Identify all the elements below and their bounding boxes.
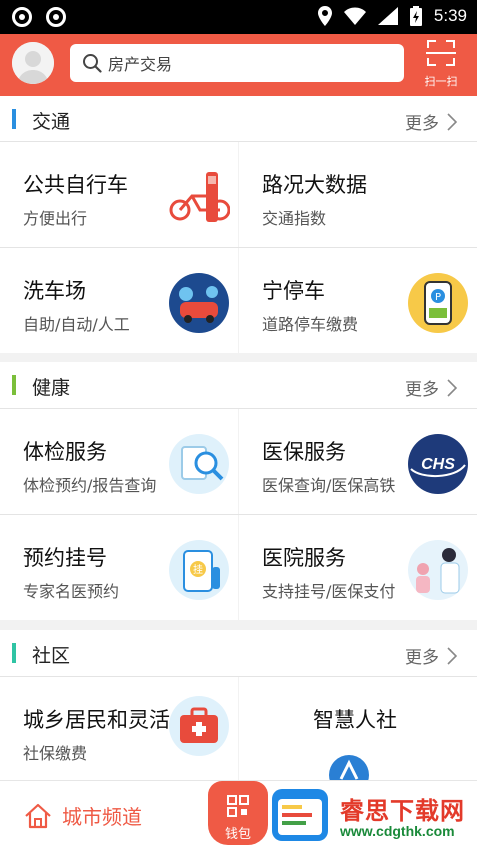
status-bar: 5:39 — [0, 0, 477, 34]
home-icon — [25, 803, 51, 828]
wallet-label: 钱包 — [224, 827, 251, 842]
avatar[interactable] — [12, 42, 54, 84]
svg-text:P: P — [435, 292, 441, 303]
watermark: 睿思下载网 www.cdgthk.com — [268, 783, 477, 847]
bottom-nav: 城市频道 钱包 睿思下载网 www.cdgthk.com — [0, 780, 477, 848]
card-social-insurance-payment[interactable]: 城乡居民和灵活 社保缴费 — [0, 677, 238, 782]
card-title: 智慧人社 — [313, 708, 397, 732]
user-avatar-icon — [12, 42, 54, 84]
section-header-traffic: 交通 更多 — [0, 96, 477, 142]
search-input[interactable]: 房产交易 — [70, 44, 404, 82]
chevron-right-icon — [447, 112, 457, 131]
chevron-right-icon — [447, 646, 457, 665]
battery-icon — [409, 6, 422, 26]
card-title: 路况大数据 — [262, 173, 367, 197]
top-header: 房产交易 扫一扫 — [0, 34, 477, 96]
card-subtitle: 交通指数 — [262, 209, 327, 228]
hospital-doctor-icon — [408, 540, 468, 600]
scan-button[interactable]: 扫一扫 — [418, 39, 464, 91]
qr-code-icon — [227, 795, 249, 817]
city-channel-tab[interactable]: 城市频道 — [24, 801, 142, 830]
more-link[interactable]: 更多 — [405, 643, 457, 668]
more-label: 更多 — [405, 114, 439, 134]
chevron-right-icon — [447, 378, 457, 397]
more-link[interactable]: 更多 — [405, 375, 457, 400]
card-smart-hr[interactable]: 智慧人社 — [239, 677, 477, 782]
card-title: 预约挂号 — [23, 546, 107, 570]
card-subtitle: 专家名医预约 — [23, 582, 120, 601]
card-hospital-service[interactable]: 医院服务 支持挂号/医保支付 — [239, 515, 477, 620]
chs-logo-icon: CHS — [408, 434, 468, 494]
more-link[interactable]: 更多 — [405, 109, 457, 134]
clock-time: 5:39 — [433, 6, 467, 25]
parking-meter-icon: P — [408, 273, 468, 333]
city-channel-label: 城市频道 — [62, 805, 142, 829]
card-public-bicycle[interactable]: 公共自行车 方便出行 — [0, 142, 238, 247]
signal-icon — [377, 7, 398, 25]
card-subtitle: 支持挂号/医保支付 — [262, 582, 396, 601]
card-subtitle: 道路停车缴费 — [262, 315, 359, 334]
app-notification-icon — [12, 7, 32, 27]
wallet-button[interactable]: 钱包 — [208, 781, 268, 845]
section-accent-bar — [12, 375, 16, 395]
smart-hr-icon — [329, 755, 369, 782]
card-subtitle: 方便出行 — [23, 209, 88, 228]
appointment-badge-text: 挂 — [193, 563, 203, 576]
card-title: 体检服务 — [23, 440, 107, 464]
section-accent-bar — [12, 643, 16, 663]
card-title: 城乡居民和灵活 — [23, 708, 170, 732]
card-subtitle: 医保查询/医保高铁 — [262, 476, 396, 495]
card-medical-checkup[interactable]: 体检服务 体检预约/报告查询 — [0, 409, 238, 514]
app-notification-icon — [46, 7, 66, 27]
browser-logo-icon — [272, 789, 328, 841]
card-medical-insurance[interactable]: 医保服务 医保查询/医保高铁 CHS — [239, 409, 477, 514]
bicycle-icon — [169, 172, 230, 222]
chs-logo-text: CHS — [421, 456, 455, 473]
card-subtitle: 社保缴费 — [23, 744, 88, 763]
card-traffic-big-data[interactable]: 路况大数据 交通指数 — [239, 142, 477, 247]
card-subtitle: 体检预约/报告查询 — [23, 476, 157, 495]
medical-checkup-icon — [169, 434, 229, 494]
card-title: 医保服务 — [262, 440, 346, 464]
more-label: 更多 — [405, 380, 439, 400]
more-label: 更多 — [405, 648, 439, 668]
section-header-community: 社区 更多 — [0, 630, 477, 676]
wifi-icon — [343, 7, 366, 25]
card-title: 公共自行车 — [23, 173, 128, 197]
card-parking[interactable]: 宁停车 道路停车缴费 P — [239, 248, 477, 353]
card-title: 宁停车 — [262, 279, 325, 303]
section-title: 社区 — [32, 645, 71, 667]
scan-icon — [426, 40, 456, 66]
section-header-health: 健康 更多 — [0, 362, 477, 408]
search-placeholder: 房产交易 — [108, 55, 173, 74]
card-subtitle: 自助/自动/人工 — [23, 315, 130, 334]
watermark-url: www.cdgthk.com — [340, 823, 455, 839]
card-title: 洗车场 — [23, 279, 86, 303]
scan-label: 扫一扫 — [424, 75, 458, 88]
search-icon — [83, 54, 102, 73]
car-wash-icon — [169, 273, 229, 333]
section-title: 交通 — [32, 111, 71, 133]
appointment-icon: 挂 — [169, 540, 229, 600]
first-aid-kit-icon — [169, 696, 229, 756]
card-appointment[interactable]: 预约挂号 专家名医预约 挂 — [0, 515, 238, 620]
watermark-title: 睿思下载网 — [340, 797, 465, 825]
section-accent-bar — [12, 109, 16, 129]
section-title: 健康 — [32, 377, 71, 399]
location-icon — [317, 6, 332, 26]
card-title: 医院服务 — [262, 546, 346, 570]
card-car-wash[interactable]: 洗车场 自助/自动/人工 — [0, 248, 238, 353]
